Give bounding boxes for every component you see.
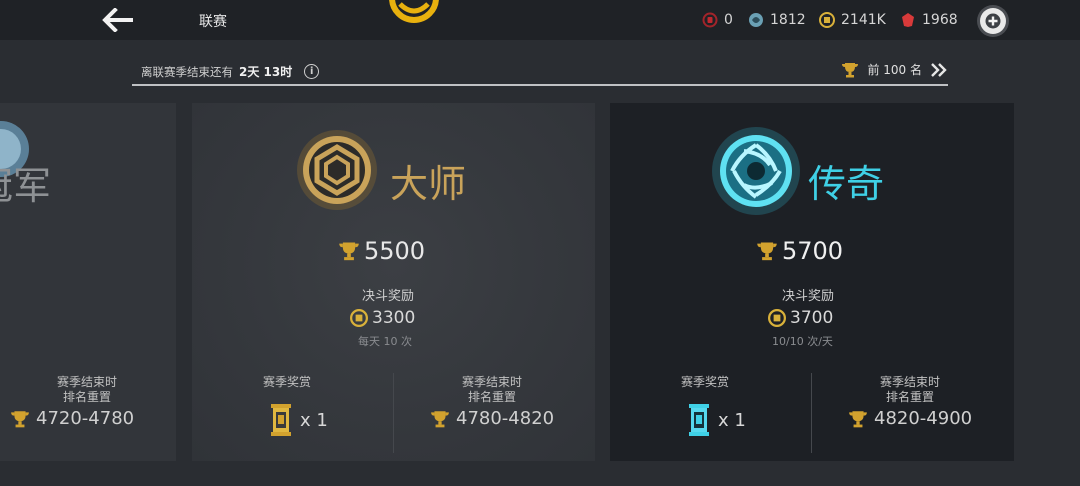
currency-swirl-token[interactable]: 1812 [748, 11, 806, 29]
trophy-range-value: 4780-4820 [456, 408, 555, 429]
currency-red-gem[interactable]: 0 [702, 11, 733, 29]
swirl-token-icon [749, 13, 763, 27]
trophy-range-value: 4820-4900 [874, 408, 973, 429]
back-button[interactable] [98, 6, 138, 34]
currency-red-crystal[interactable]: 1968 [900, 11, 958, 29]
double-chevron-right-icon [931, 62, 947, 77]
season-reward-count: x 1 [300, 409, 328, 431]
reset-label: 赛季结束时 排名重置 [461, 375, 522, 404]
trophy-icon [757, 242, 777, 261]
red-crystal-icon [902, 13, 914, 27]
duel-reward-title: 决斗奖励 [362, 289, 415, 304]
trophy-value: 5500 [364, 237, 426, 265]
duel-reward-title: 决斗奖励 [782, 289, 835, 304]
trophy-range: 4820-4900 [848, 408, 972, 429]
add-currency-button[interactable] [980, 8, 1006, 34]
info-icon[interactable]: i [304, 64, 320, 79]
top-bar: 联赛 0 1812 2141K 1968 [0, 0, 1080, 40]
divider [811, 373, 812, 453]
trophy-requirement: 5700 [756, 237, 843, 265]
scroll-reward-icon [689, 404, 709, 436]
trophy-icon [11, 410, 29, 427]
page-title: 联赛 [199, 14, 227, 30]
trophy-icon [431, 410, 449, 427]
gold-coin-icon [819, 12, 835, 28]
red-gem-icon [702, 12, 718, 28]
trophy-value: 5700 [782, 237, 844, 265]
tier-card-champion[interactable]: 冠军 — 赛季结束时 排名重置 4720-4780 [0, 103, 176, 461]
daily-limit-note: 每天 10 次 [358, 335, 412, 348]
currency-gold-coin-value: 2141K [841, 12, 886, 28]
trophy-icon [842, 62, 859, 77]
duel-reward-coins: 3300 [350, 308, 415, 328]
legend-emblem-icon [712, 127, 800, 215]
season-reward-label: 赛季奖赏 [680, 375, 729, 389]
tier-name: 冠军 [0, 164, 52, 208]
reset-label: 赛季结束时 排名重置 [879, 375, 940, 404]
divider [393, 373, 394, 453]
trophy-range-value: 4720-4780 [36, 408, 135, 429]
season-reward-item[interactable]: x 1 [688, 403, 746, 437]
tier-name: 大师 [390, 162, 467, 206]
daily-limit-note: 10/10 次/天 [772, 335, 833, 348]
currency-red-crystal-value: 1968 [922, 12, 958, 28]
tier-name: 传奇 [808, 162, 885, 206]
duel-reward-coins: 3700 [768, 308, 833, 328]
season-reward-count: x 1 [718, 409, 746, 431]
back-arrow-icon [102, 8, 133, 32]
currency-gold-coin[interactable]: 2141K [819, 11, 886, 29]
trophy-range: 4780-4820 [430, 408, 554, 429]
tier-card-legend[interactable]: 传奇 5700 决斗奖励 3700 10/10 次/天 赛季奖赏 x 1 赛季结… [610, 103, 1014, 461]
trophy-range: 4720-4780 [10, 408, 134, 429]
master-emblem-icon [297, 130, 377, 210]
coin-value: 3300 [372, 308, 416, 328]
season-reward-label: 赛季奖赏 [262, 375, 311, 389]
plus-icon [985, 13, 1001, 29]
scroll-reward-icon [271, 404, 291, 436]
gold-coin-icon [350, 309, 368, 327]
top-100-link[interactable]: 前 100 名 [841, 61, 948, 78]
trophy-requirement: 5500 [338, 237, 425, 265]
league-emblem-icon [389, 0, 439, 23]
reset-label: 赛季结束时 排名重置 [56, 375, 117, 404]
trophy-icon [339, 242, 359, 261]
coin-value: 3700 [790, 308, 834, 328]
trophy-icon [849, 410, 867, 427]
season-remaining-value: 2天 13时 [239, 65, 293, 79]
season-reward-item[interactable]: x 1 [270, 403, 328, 437]
season-remaining: 离联赛季结束还有 2天 13时 i [141, 63, 320, 80]
season-bar: 离联赛季结束还有 2天 13时 i 前 100 名 [132, 58, 948, 86]
currency-swirl-token-value: 1812 [770, 12, 806, 28]
season-remaining-label: 离联赛季结束还有 [141, 64, 233, 79]
tier-card-master[interactable]: 大师 5500 决斗奖励 3300 每天 10 次 赛季奖赏 x 1 赛季结束时 [192, 103, 595, 461]
currency-red-gem-value: 0 [724, 12, 733, 28]
gold-coin-icon [768, 309, 786, 327]
top-100-label: 前 100 名 [867, 63, 922, 77]
